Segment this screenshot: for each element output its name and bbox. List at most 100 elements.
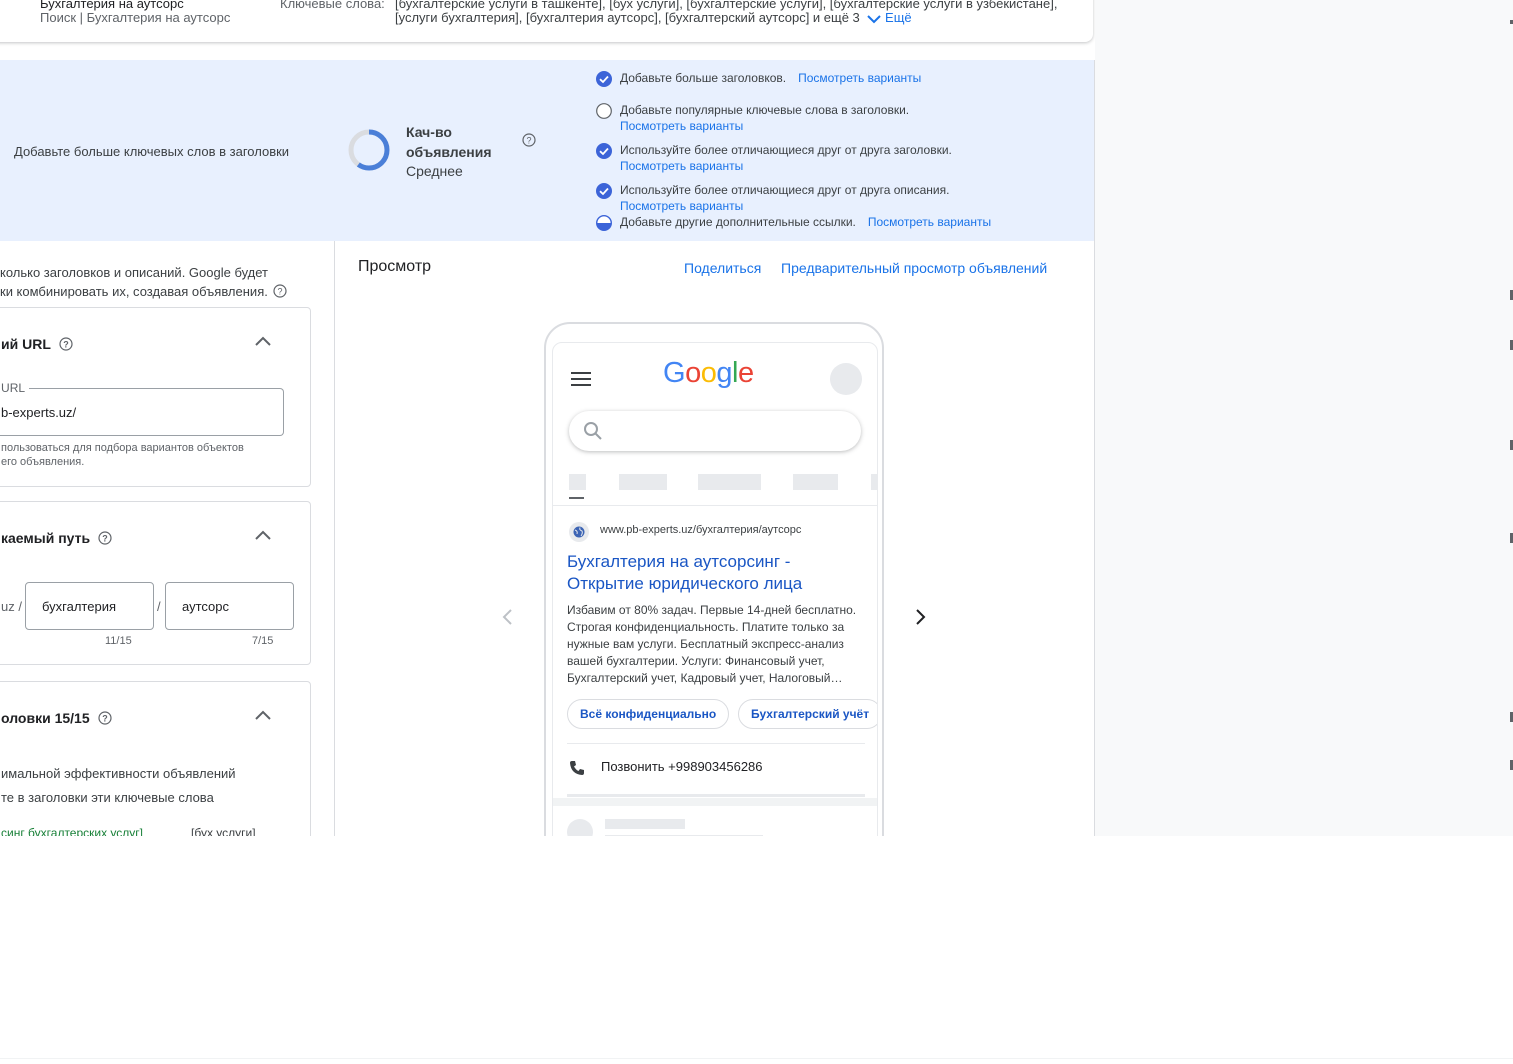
tab-placeholder bbox=[619, 474, 667, 490]
display-path-header-text: каемый путь bbox=[1, 530, 91, 546]
suggestion-text: Добавьте другие дополнительные ссылки. bbox=[620, 215, 856, 229]
result-placeholder-avatar bbox=[567, 819, 593, 836]
view-options-link[interactable]: Посмотреть варианты bbox=[620, 159, 743, 173]
headlines-tip-line2: те в заголовки эти ключевые слова bbox=[1, 790, 214, 805]
bottom-edge bbox=[0, 1058, 1513, 1064]
summary-keywords-text: [услуги бухгалтерия], [бухгалтерия аутсо… bbox=[395, 10, 860, 25]
final-url-hint-line2: его объявления. bbox=[1, 456, 85, 468]
show-more-keywords-button[interactable]: Ещё bbox=[867, 10, 912, 25]
view-options-link[interactable]: Посмотреть варианты bbox=[798, 71, 921, 85]
view-options-link[interactable]: Посмотреть варианты bbox=[620, 119, 743, 133]
path-separator: / bbox=[157, 599, 161, 614]
result-gap bbox=[553, 798, 877, 806]
favicon bbox=[569, 522, 589, 542]
suggestion-text: Добавьте больше заголовков. bbox=[620, 71, 787, 85]
quality-suggestion: Используйте более отличающиеся друг от д… bbox=[596, 142, 952, 174]
globe-icon bbox=[573, 526, 585, 538]
preview-title: Просмотр bbox=[358, 258, 432, 275]
final-url-card: ий URL ? й URL b-experts.uz/ пользоватьс… bbox=[0, 307, 311, 487]
phone-icon bbox=[570, 761, 584, 775]
right-background bbox=[1095, 0, 1513, 836]
ad-strength-value: Среднее bbox=[406, 163, 463, 179]
share-link[interactable]: Поделиться bbox=[684, 260, 761, 276]
view-options-link[interactable]: Посмотреть варианты bbox=[620, 199, 743, 213]
summary-campaign: Поиск | Бухгалтерия на аутсорс bbox=[40, 10, 231, 25]
result-placeholder-line bbox=[605, 819, 685, 829]
final-url-hint-line1: пользоваться для подбора вариантов объек… bbox=[1, 442, 244, 454]
svg-text:?: ? bbox=[526, 136, 531, 146]
suggestion-text: Используйте более отличающиеся друг от д… bbox=[620, 183, 950, 197]
suggested-keyword-used[interactable]: синг бухгалтерских услуг] bbox=[1, 826, 143, 836]
final-url-field-label: й URL bbox=[0, 381, 30, 395]
result-placeholder-line bbox=[605, 835, 763, 836]
check-circle-icon bbox=[596, 71, 612, 87]
ad-headline: Бухгалтерия на аутсорсинг - Открытие юри… bbox=[567, 551, 867, 595]
suggestion-text: Добавьте популярные ключевые слова в заг… bbox=[620, 103, 910, 117]
quality-suggestion: Добавьте популярные ключевые слова в заг… bbox=[596, 102, 909, 134]
suggested-keyword[interactable]: [бух услуги] bbox=[191, 826, 256, 836]
svg-text:?: ? bbox=[102, 714, 108, 724]
path2-value: аутсорс bbox=[182, 599, 229, 614]
final-url-header: ий URL ? bbox=[1, 336, 73, 352]
help-icon[interactable]: ? bbox=[273, 284, 288, 298]
headlines-card: оловки 15/15 ? имальной эффективности об… bbox=[0, 681, 311, 836]
tab-placeholder bbox=[569, 474, 586, 490]
avatar bbox=[830, 363, 862, 395]
display-path-card: каемый путь ? uz / бухгалтерия / аутсорс… bbox=[0, 501, 311, 665]
check-circle-icon bbox=[596, 183, 612, 199]
path2-input[interactable]: аутсорс bbox=[165, 582, 294, 630]
collapse-chevron-icon[interactable] bbox=[253, 708, 273, 722]
svg-text:?: ? bbox=[63, 340, 69, 350]
headlines-tip-line1: имальной эффективности объявлений bbox=[1, 766, 236, 781]
ad-strength-title: Кач-во объявления bbox=[406, 124, 492, 160]
help-icon[interactable]: ? bbox=[522, 133, 536, 147]
suggestion-text-block: Добавьте больше заголовков. Посмотреть ва… bbox=[620, 70, 921, 86]
path1-counter: 11/15 bbox=[105, 635, 132, 647]
half-circle-icon bbox=[596, 215, 612, 231]
collapse-chevron-icon[interactable] bbox=[253, 334, 273, 348]
quality-suggestion: Добавьте другие дополнительные ссылки. По… bbox=[596, 214, 991, 231]
path1-input[interactable]: бухгалтерия bbox=[25, 582, 154, 630]
collapse-chevron-icon[interactable] bbox=[253, 528, 273, 542]
quality-suggestion: Используйте более отличающиеся друг от д… bbox=[596, 182, 949, 214]
search-box bbox=[569, 411, 861, 451]
previous-arrow-icon[interactable] bbox=[500, 607, 514, 627]
ad-preview-link[interactable]: Предварительный просмотр объявлений bbox=[781, 260, 1047, 276]
phone-screen: Google www.pb-experts.uz/бухгалтерия/аут… bbox=[552, 342, 878, 836]
result-separator bbox=[567, 794, 865, 797]
help-icon[interactable]: ? bbox=[98, 531, 112, 545]
ad-headline-line1: Бухгалтерия на аутсорсинг - bbox=[567, 552, 791, 571]
menu-icon bbox=[571, 372, 591, 386]
view-options-link[interactable]: Посмотреть варианты bbox=[868, 215, 991, 229]
display-path-prefix: uz / bbox=[1, 599, 22, 614]
empty-circle-icon bbox=[596, 103, 612, 119]
phone-frame: Google www.pb-experts.uz/бухгалтерия/аут… bbox=[544, 322, 884, 836]
ad-display-url: www.pb-experts.uz/бухгалтерия/аутсорс bbox=[600, 524, 802, 536]
campaign-summary-card: Бухгалтерия на аутсорс Поиск | Бухгалтер… bbox=[0, 0, 1093, 42]
divider bbox=[553, 505, 877, 506]
help-icon[interactable]: ? bbox=[97, 711, 112, 725]
path1-value: бухгалтерия bbox=[42, 599, 117, 614]
final-url-field[interactable]: й URL b-experts.uz/ bbox=[0, 381, 284, 436]
headlines-header: оловки 15/15 ? bbox=[1, 710, 112, 726]
svg-text:?: ? bbox=[278, 287, 283, 297]
path2-counter: 7/15 bbox=[252, 635, 274, 647]
headlines-header-text: оловки 15/15 bbox=[1, 710, 90, 726]
sitelink-chip: Бухгалтерский учёт bbox=[738, 699, 877, 729]
summary-keywords-line2: [услуги бухгалтерия], [бухгалтерия аутсо… bbox=[395, 10, 912, 25]
next-arrow-icon[interactable] bbox=[914, 607, 928, 627]
call-extension: Позвонить +998903456286 bbox=[601, 759, 763, 774]
ad-description: Избавим от 80% задач. Первые 14-дней бес… bbox=[567, 603, 857, 685]
ad-strength-ring bbox=[348, 129, 390, 171]
final-url-value: b-experts.uz/ bbox=[1, 405, 77, 420]
search-icon bbox=[584, 422, 602, 440]
ad-headline-line2: Открытие юридического лица bbox=[567, 574, 803, 593]
sitelink-chip: Всё конфиденциально bbox=[567, 699, 730, 729]
ad-preview-panel: Просмотр Поделиться Предварительный прос… bbox=[335, 241, 1095, 836]
help-icon[interactable]: ? bbox=[58, 337, 73, 351]
final-url-header-text: ий URL bbox=[1, 336, 51, 352]
tab-indicator bbox=[569, 497, 584, 499]
tab-placeholder bbox=[793, 474, 838, 490]
suggestion-text-block: Добавьте другие дополнительные ссылки. По… bbox=[620, 214, 991, 230]
ad-quality-panel: Добавьте больше ключевых слов в заголовк… bbox=[0, 60, 1095, 241]
